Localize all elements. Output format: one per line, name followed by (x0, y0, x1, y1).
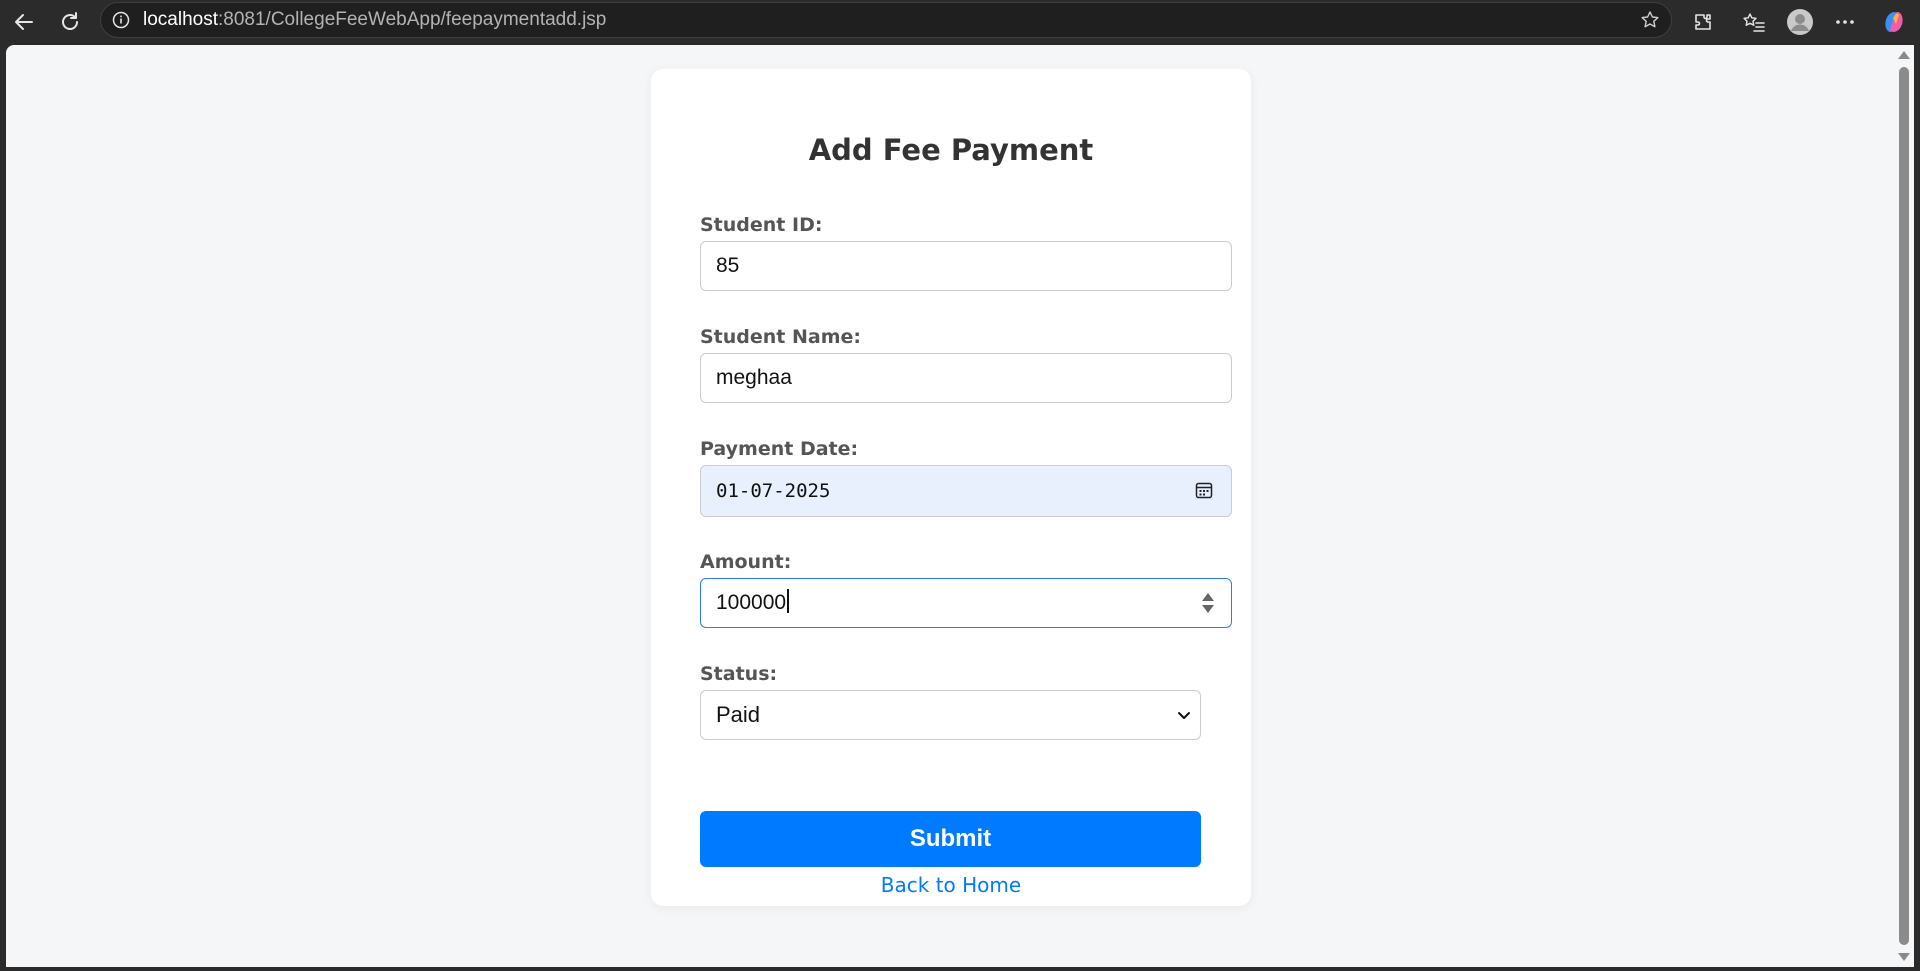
copilot-icon[interactable] (1878, 6, 1910, 38)
scroll-up-arrow-icon[interactable] (1898, 51, 1910, 59)
submit-button[interactable]: Submit (700, 811, 1201, 867)
vertical-scrollbar[interactable] (1894, 45, 1914, 967)
amount-label: Amount: (700, 551, 792, 573)
status-label: Status: (700, 663, 778, 685)
url-text[interactable]: localhost:8081/CollegeFeeWebApp/feepayme… (143, 3, 606, 37)
number-spinner-icon[interactable] (1201, 591, 1215, 615)
chevron-down-icon (1178, 712, 1190, 719)
student-name-label: Student Name: (700, 326, 862, 348)
amount-value: 100000 (716, 591, 787, 614)
favorite-star-icon[interactable] (1639, 9, 1661, 31)
form-title: Add Fee Payment (808, 133, 1094, 167)
back-to-home-link[interactable]: Back to Home (651, 873, 1251, 897)
browser-toolbar: localhost:8081/CollegeFeeWebApp/feepayme… (0, 0, 1920, 44)
payment-date-value: 01-07-2025 (716, 480, 831, 502)
scrollbar-thumb[interactable] (1899, 67, 1909, 945)
favorites-list-icon[interactable] (1738, 6, 1770, 38)
student-id-value: 85 (716, 254, 740, 277)
refresh-icon[interactable] (54, 6, 86, 38)
student-id-input[interactable]: 85 (700, 241, 1232, 291)
student-name-input[interactable]: meghaa (700, 353, 1232, 403)
student-name-value: meghaa (716, 366, 792, 389)
profile-avatar-icon[interactable] (1784, 6, 1816, 38)
extensions-icon[interactable] (1687, 6, 1719, 38)
calendar-icon[interactable] (1195, 481, 1213, 499)
address-bar[interactable]: localhost:8081/CollegeFeeWebApp/feepayme… (100, 2, 1672, 38)
fee-payment-form-card: Add Fee Payment Student ID: 85 Student N… (651, 69, 1251, 906)
student-id-label: Student ID: (700, 214, 823, 236)
url-path: :8081/CollegeFeeWebApp/feepaymentadd.jsp (218, 9, 607, 30)
payment-date-input[interactable]: 01-07-2025 (700, 465, 1232, 517)
scroll-down-arrow-icon[interactable] (1898, 953, 1910, 961)
page-viewport: Add Fee Payment Student ID: 85 Student N… (6, 45, 1894, 967)
status-selected-value: Paid (716, 702, 761, 727)
more-options-icon[interactable] (1829, 6, 1861, 38)
status-select[interactable]: Paid (700, 690, 1201, 740)
text-cursor (787, 589, 789, 614)
back-arrow-icon[interactable] (8, 6, 40, 38)
amount-input[interactable]: 100000 (700, 578, 1232, 628)
site-info-icon[interactable] (111, 10, 131, 30)
url-host: localhost (143, 9, 218, 30)
payment-date-label: Payment Date: (700, 438, 859, 460)
